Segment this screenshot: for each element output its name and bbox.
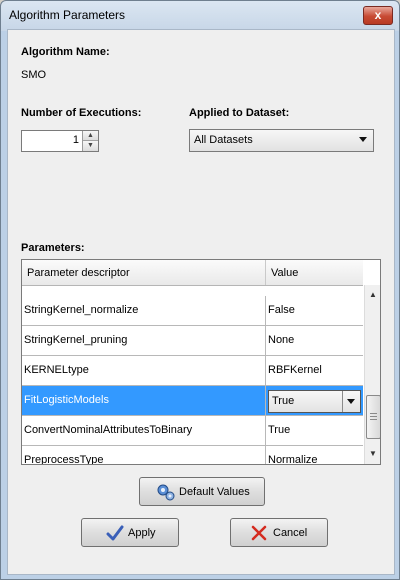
- table-row[interactable]: StringKernel_normalize False: [22, 296, 363, 326]
- apply-button[interactable]: Apply: [81, 518, 179, 547]
- column-header-descriptor[interactable]: Parameter descriptor: [27, 267, 130, 279]
- dataset-selected: All Datasets: [194, 134, 253, 146]
- close-icon: x: [374, 8, 382, 22]
- table-row[interactable]: StringKernel_pruning None: [22, 326, 363, 356]
- cell-divider: [265, 296, 266, 325]
- checkmark-icon: [106, 525, 124, 541]
- parameter-name: StringKernel_normalize: [24, 304, 139, 316]
- dataset-label: Applied to Dataset:: [189, 107, 290, 119]
- parameters-table: Parameter descriptor Value StringKernel_…: [21, 259, 381, 465]
- column-divider: [265, 260, 266, 285]
- default-values-label: Default Values: [179, 486, 250, 498]
- spinner-arrows: ▲ ▼: [82, 131, 98, 151]
- reset-gears-icon: [157, 484, 175, 501]
- spinner-down-icon[interactable]: ▼: [83, 141, 98, 151]
- parameter-value[interactable]: False: [268, 304, 295, 316]
- table-row-selected[interactable]: FitLogisticModels True: [22, 386, 363, 416]
- executions-spinner[interactable]: 1 ▲ ▼: [21, 130, 99, 152]
- algorithm-name-label: Algorithm Name:: [21, 46, 110, 58]
- grip-line: [370, 416, 377, 417]
- chevron-down-icon: [347, 399, 355, 404]
- parameter-value[interactable]: RBFKernel: [268, 364, 322, 376]
- scroll-up-icon[interactable]: ▲: [365, 287, 380, 303]
- dataset-dropdown[interactable]: All Datasets: [189, 129, 374, 152]
- cancel-label: Cancel: [273, 527, 308, 539]
- parameters-label: Parameters:: [21, 242, 85, 254]
- parameter-value-dropdown[interactable]: True: [268, 390, 361, 413]
- dropdown-button[interactable]: [342, 391, 360, 412]
- column-header-value[interactable]: Value: [271, 267, 298, 279]
- cancel-button[interactable]: Cancel: [230, 518, 328, 547]
- grip-line: [370, 419, 377, 420]
- parameter-value[interactable]: True: [268, 424, 290, 436]
- parameter-name: FitLogisticModels: [24, 394, 109, 406]
- parameter-name: KERNELtype: [24, 364, 89, 376]
- algorithm-name-value: SMO: [21, 69, 47, 81]
- table-row[interactable]: KERNELtype RBFKernel: [22, 356, 363, 386]
- cell-divider: [265, 416, 266, 445]
- parameter-name: PreprocessType: [24, 454, 104, 465]
- title-bar[interactable]: Algorithm Parameters x: [1, 1, 399, 29]
- algorithm-parameters-window: Algorithm Parameters x Algorithm Name: S…: [0, 0, 400, 580]
- cell-divider: [265, 356, 266, 385]
- parameter-name: StringKernel_pruning: [24, 334, 128, 346]
- parameter-value[interactable]: None: [268, 334, 294, 346]
- spinner-up-icon[interactable]: ▲: [83, 131, 98, 141]
- apply-label: Apply: [128, 527, 156, 539]
- close-button[interactable]: x: [363, 6, 393, 25]
- scrollbar-thumb[interactable]: [366, 395, 380, 439]
- cell-divider: [265, 386, 266, 415]
- parameter-value: True: [272, 395, 295, 407]
- table-scrollbar[interactable]: ▲ ▼: [364, 285, 380, 464]
- scroll-down-icon[interactable]: ▼: [365, 446, 380, 462]
- default-values-button[interactable]: Default Values: [139, 477, 265, 506]
- cell-divider: [265, 326, 266, 355]
- window-title: Algorithm Parameters: [9, 8, 126, 22]
- grip-line: [370, 413, 377, 414]
- dialog-body: Algorithm Name: SMO Number of Executions…: [7, 29, 395, 575]
- executions-label: Number of Executions:: [21, 107, 142, 119]
- table-row[interactable]: ConvertNominalAttributesToBinary True: [22, 416, 363, 446]
- table-row[interactable]: PreprocessType Normalize: [22, 446, 363, 465]
- executions-value[interactable]: 1: [73, 134, 79, 146]
- cancel-x-icon: [251, 525, 267, 541]
- parameter-name: ConvertNominalAttributesToBinary: [24, 424, 193, 436]
- chevron-down-icon: [359, 137, 367, 142]
- table-header: Parameter descriptor Value: [22, 260, 363, 286]
- parameter-value[interactable]: Normalize: [268, 454, 318, 464]
- cell-divider: [265, 446, 266, 464]
